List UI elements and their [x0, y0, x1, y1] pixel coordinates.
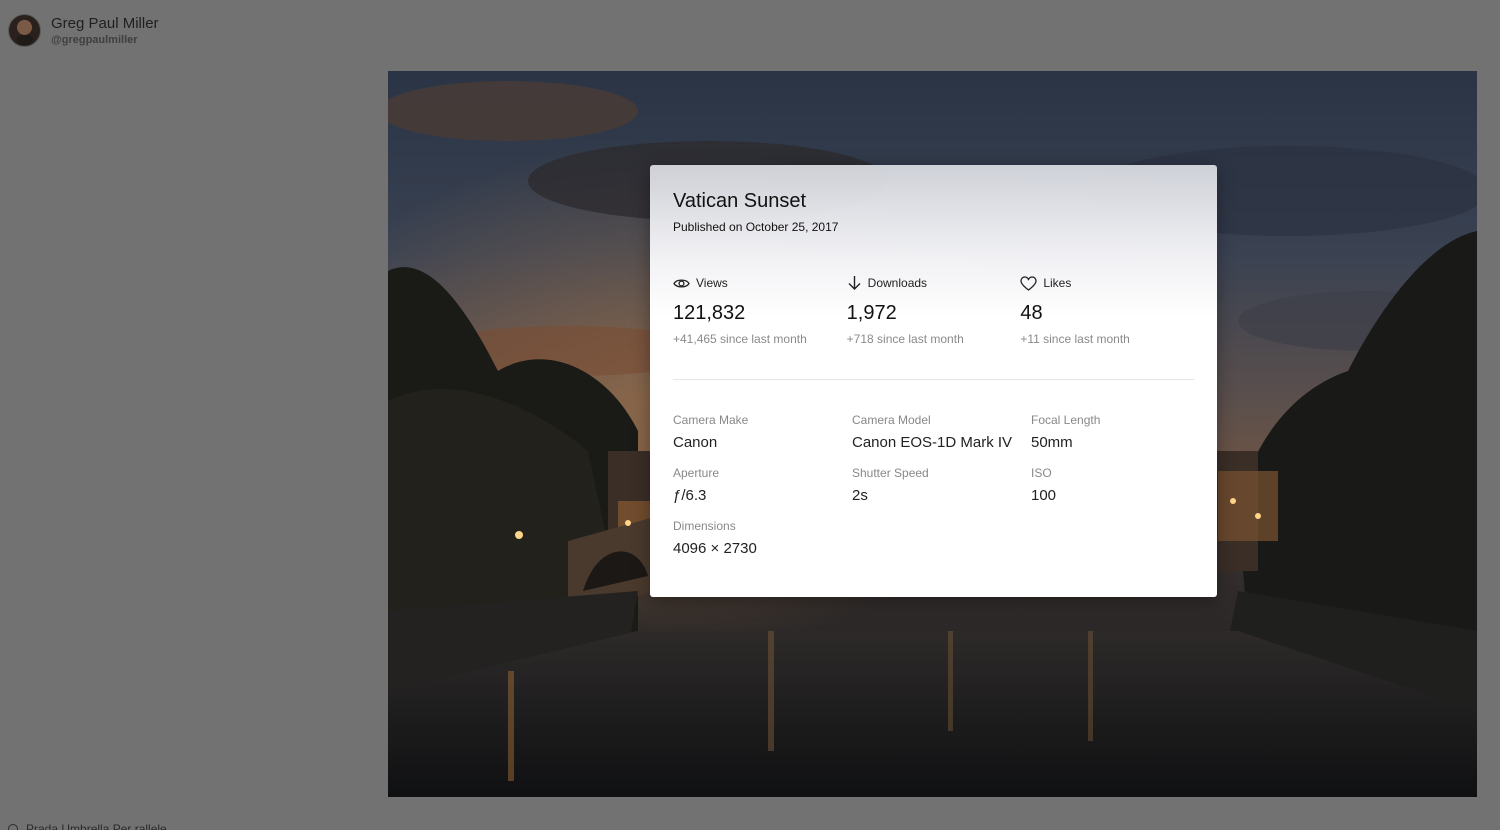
spec-value: 2s [852, 487, 868, 504]
photo-title: Vatican Sunset [673, 190, 807, 212]
location-text[interactable]: Prada Umbrella Per rallele [26, 822, 167, 830]
spec-camera-make: Camera Make Canon [673, 413, 852, 453]
stat-likes-value: 48 [1020, 302, 1043, 324]
heart-icon [1020, 275, 1037, 291]
stat-downloads-change: +718 since last month [846, 332, 964, 346]
spec-value: 100 [1031, 487, 1057, 504]
section-divider [673, 379, 1194, 380]
stat-downloads-value: 1,972 [846, 302, 897, 324]
photo-info-modal: Vatican Sunset Published on October 25, … [650, 165, 1217, 597]
author-text: Greg Paul Miller @gregpaulmiller [51, 15, 159, 47]
spec-label: ISO [1031, 466, 1052, 480]
stat-likes-label: Likes [1043, 276, 1072, 290]
spec-value: 4096 × 2730 [673, 540, 757, 557]
spec-label: Camera Model [852, 413, 931, 427]
eye-icon [673, 278, 690, 288]
stat-downloads-label: Downloads [867, 276, 928, 290]
stat-likes-change: +11 since last month [1020, 332, 1130, 346]
author-handle[interactable]: @gregpaulmiller [51, 33, 159, 47]
spec-label: Shutter Speed [852, 466, 929, 480]
stat-views-value: 121,832 [673, 302, 746, 324]
published-date: Published on October 25, 2017 [673, 220, 839, 234]
location-line[interactable]: Prada Umbrella Per rallele [8, 822, 167, 830]
spec-iso: ISO 100 [1031, 466, 1194, 506]
spec-label: Camera Make [673, 413, 749, 427]
stat-downloads-header: Downloads [847, 275, 1021, 291]
spec-value: Canon [673, 434, 718, 451]
stat-views: Views 121,832 +41,465 since last month [673, 275, 847, 346]
photo-detail-page: Greg Paul Miller @gregpaulmiller Vatican… [0, 0, 1500, 830]
download-arrow-icon [848, 276, 861, 290]
spec-focal-length: Focal Length 50mm [1031, 413, 1194, 453]
spec-value: Canon EOS-1D Mark IV [852, 434, 1013, 451]
spec-label: Focal Length [1031, 413, 1101, 427]
stat-views-change: +41,465 since last month [673, 332, 807, 346]
spec-value: 50mm [1031, 434, 1073, 451]
stats-row: Views 121,832 +41,465 since last month D… [673, 275, 1194, 346]
stat-downloads: Downloads 1,972 +718 since last month [847, 275, 1021, 346]
spec-aperture: Aperture ƒ/6.3 [673, 466, 852, 506]
spec-label: Dimensions [673, 519, 736, 533]
spec-label: Aperture [673, 466, 720, 480]
author-name[interactable]: Greg Paul Miller [51, 15, 159, 33]
stat-views-header: Views [673, 275, 847, 291]
stat-likes: Likes 48 +11 since last month [1020, 275, 1194, 346]
stat-likes-header: Likes [1020, 275, 1194, 291]
spec-dimensions: Dimensions 4096 × 2730 [673, 519, 852, 559]
spec-shutter-speed: Shutter Speed 2s [852, 466, 1031, 506]
spec-value: ƒ/6.3 [673, 487, 707, 504]
author-header[interactable]: Greg Paul Miller @gregpaulmiller [8, 14, 159, 47]
exif-specs: Camera Make Canon Camera Model Canon EOS… [673, 413, 1194, 559]
stat-views-label: Views [696, 276, 728, 290]
spec-camera-model: Camera Model Canon EOS-1D Mark IV [852, 413, 1031, 453]
author-avatar[interactable] [8, 14, 41, 47]
location-pin-icon [8, 824, 18, 830]
